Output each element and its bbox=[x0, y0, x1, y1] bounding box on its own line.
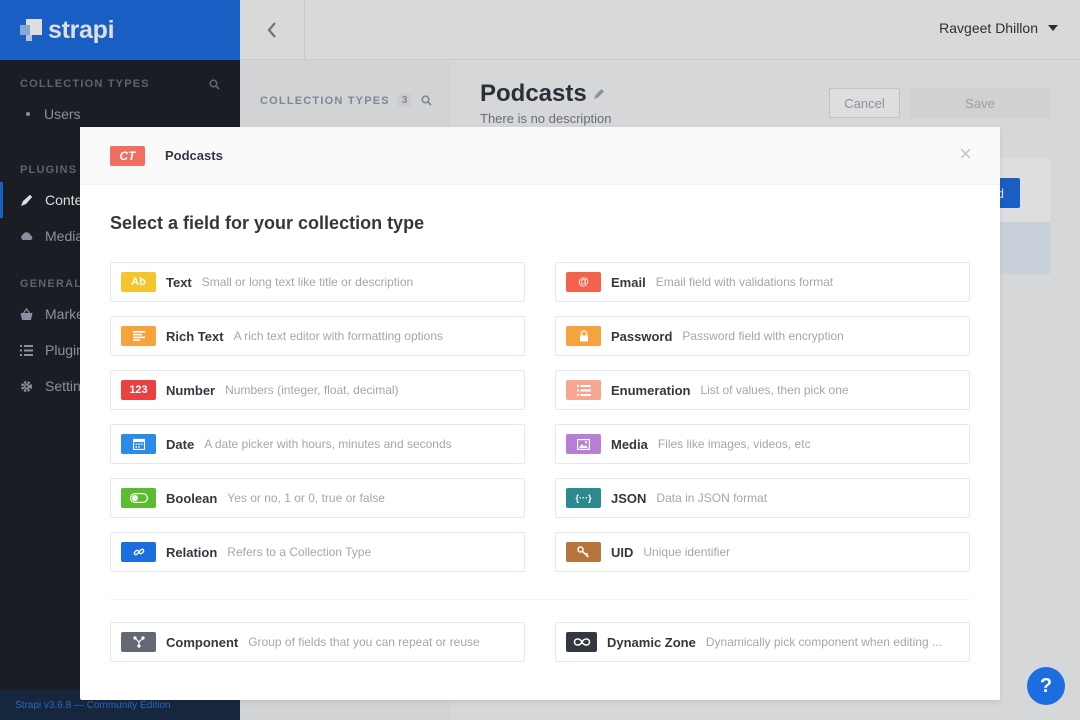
field-name: JSON bbox=[611, 490, 647, 506]
field-description: A date picker with hours, minutes and se… bbox=[204, 437, 452, 451]
json-icon: {···} bbox=[566, 488, 601, 508]
field-description: Email field with validations format bbox=[655, 275, 834, 289]
field-option-enumeration[interactable]: Enumeration List of values, then pick on… bbox=[555, 370, 970, 410]
modal-collection-name: Podcasts bbox=[165, 148, 223, 163]
field-option-rich-text[interactable]: Rich Text A rich text editor with format… bbox=[110, 316, 525, 356]
field-description: Group of fields that you can repeat or r… bbox=[248, 635, 480, 649]
enum-list-icon bbox=[566, 380, 601, 400]
at-icon: @ bbox=[566, 272, 601, 292]
field-name: Rich Text bbox=[166, 328, 224, 344]
field-description: Refers to a Collection Type bbox=[227, 545, 372, 559]
field-name: Relation bbox=[166, 544, 218, 560]
field-name: Date bbox=[166, 436, 195, 452]
select-field-modal: CT Podcasts × Select a field for your co… bbox=[80, 127, 1000, 700]
field-option-relation[interactable]: Relation Refers to a Collection Type bbox=[110, 532, 525, 572]
field-description: Dynamically pick component when editing … bbox=[705, 635, 942, 649]
field-description: Numbers (integer, float, decimal) bbox=[225, 383, 399, 397]
field-name: Email bbox=[611, 274, 646, 290]
field-name: Dynamic Zone bbox=[607, 634, 696, 650]
field-option-component[interactable]: Component Group of fields that you can r… bbox=[110, 622, 525, 662]
infinity-icon bbox=[566, 632, 597, 652]
content-type-badge: CT bbox=[110, 145, 145, 166]
field-name: Media bbox=[611, 436, 648, 452]
help-button[interactable]: ? bbox=[1027, 667, 1065, 705]
field-option-uid[interactable]: UID Unique identifier bbox=[555, 532, 970, 572]
field-name: Text bbox=[166, 274, 192, 290]
field-description: Files like images, videos, etc bbox=[657, 437, 811, 451]
field-description: Data in JSON format bbox=[656, 491, 768, 505]
field-description: A rich text editor with formatting optio… bbox=[233, 329, 443, 343]
rich-text-icon bbox=[121, 326, 156, 346]
field-option-boolean[interactable]: Boolean Yes or no, 1 or 0, true or false bbox=[110, 478, 525, 518]
field-name: Enumeration bbox=[611, 382, 691, 398]
field-name: UID bbox=[611, 544, 634, 560]
field-name: Password bbox=[611, 328, 673, 344]
calendar-icon bbox=[121, 434, 156, 454]
modal-title: Select a field for your collection type bbox=[110, 213, 425, 233]
field-option-json[interactable]: {···} JSON Data in JSON format bbox=[555, 478, 970, 518]
field-description: Unique identifier bbox=[643, 545, 731, 559]
lock-icon bbox=[566, 326, 601, 346]
field-option-number[interactable]: 123 Number Numbers (integer, float, deci… bbox=[110, 370, 525, 410]
field-description: Small or long text like title or descrip… bbox=[201, 275, 414, 289]
field-name: Boolean bbox=[166, 490, 218, 506]
field-option-password[interactable]: Password Password field with encryption bbox=[555, 316, 970, 356]
field-option-email[interactable]: @ Email Email field with validations for… bbox=[555, 262, 970, 302]
image-icon bbox=[566, 434, 601, 454]
close-icon[interactable]: × bbox=[959, 143, 972, 165]
field-description: Password field with encryption bbox=[682, 329, 844, 343]
field-description: Yes or no, 1 or 0, true or false bbox=[227, 491, 385, 505]
key-icon bbox=[566, 542, 601, 562]
number-icon: 123 bbox=[121, 380, 156, 400]
field-name: Number bbox=[166, 382, 216, 398]
field-option-media[interactable]: Media Files like images, videos, etc bbox=[555, 424, 970, 464]
field-description: List of values, then pick one bbox=[700, 383, 849, 397]
field-option-date[interactable]: Date A date picker with hours, minutes a… bbox=[110, 424, 525, 464]
toggle-icon bbox=[121, 488, 156, 508]
link-icon bbox=[121, 542, 156, 562]
field-option-dynamic-zone[interactable]: Dynamic Zone Dynamically pick component … bbox=[555, 622, 970, 662]
text-icon: Ab bbox=[121, 272, 156, 292]
modal-header: CT Podcasts × bbox=[80, 127, 1000, 185]
field-name: Component bbox=[166, 634, 239, 650]
field-option-text[interactable]: Ab Text Small or long text like title or… bbox=[110, 262, 525, 302]
section-divider bbox=[110, 599, 970, 600]
component-icon bbox=[121, 632, 156, 652]
